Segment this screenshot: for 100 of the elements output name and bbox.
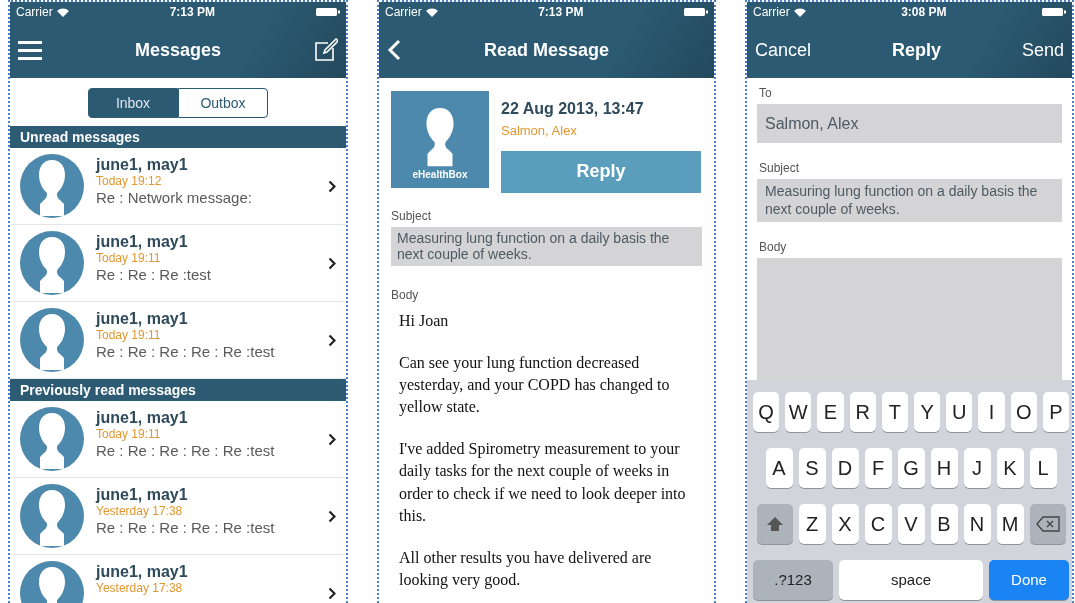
field-label: Subject (391, 207, 433, 225)
carrier-label: Carrier (753, 4, 790, 21)
keyboard-key[interactable]: Z (798, 504, 826, 544)
keyboard-key[interactable]: B (930, 504, 958, 544)
backspace-icon[interactable] (1035, 516, 1060, 532)
sender-name: june1, may1 (96, 485, 189, 505)
message-row[interactable]: june1, may1 Today 19:11 Re : Re : Re :test (10, 225, 346, 302)
keyboard-key[interactable]: U (946, 392, 973, 432)
chevron-icon (328, 256, 336, 270)
message-row[interactable]: june1, may1 Today 19:11 Re : Re : Re : Re : Re :test (10, 302, 346, 379)
message-date: 22 Aug 2013, 13:47 (501, 99, 645, 119)
message-preview: Re : Re : Re : Re : Re :test (96, 441, 276, 460)
shift-key[interactable] (756, 504, 793, 544)
field-label: To (759, 85, 773, 102)
recipient-field[interactable]: Salmon, Alex (757, 104, 1062, 143)
keyboard-key[interactable]: S (798, 448, 826, 488)
screen-title: Reply (891, 38, 941, 62)
keyboard-key[interactable]: R (849, 392, 876, 432)
keyboard-key[interactable]: H (930, 448, 958, 488)
screen-title: Messages (134, 38, 222, 62)
avatar-caption: eHealthBox (412, 168, 468, 182)
keyboard-key[interactable]: M (996, 504, 1024, 544)
section-header: Unread messages (10, 126, 346, 148)
backspace-key[interactable] (1029, 504, 1066, 544)
keyboard-key[interactable]: X (831, 504, 859, 544)
done-key[interactable]: Done (989, 560, 1069, 600)
message-time: Yesterday 17:38 (96, 504, 184, 519)
chevron-icon (328, 179, 336, 193)
keyboard-key[interactable]: T (881, 392, 908, 432)
sender-name: june1, may1 (96, 562, 189, 582)
chevron-icon (328, 509, 336, 523)
numbers-key[interactable]: .?123 (753, 560, 833, 600)
message-time: Today 19:11 (96, 427, 162, 442)
field-label: Subject (759, 160, 801, 177)
message-preview: Re : Re : Re : Re : Re :test (96, 342, 276, 361)
subject-text: Measuring lung function on a daily basis the next couple of weeks. (391, 226, 702, 267)
body-paragraph: All other results you have delivered are looking very good. (399, 547, 653, 591)
message-time: Yesterday 17:38 (96, 581, 184, 596)
sender-name: june1, may1 (96, 309, 189, 329)
keyboard-key[interactable]: A (765, 448, 793, 488)
chevron-icon (328, 586, 336, 600)
message-row[interactable]: june1, may1 Today 19:12 Re : Network message: (10, 148, 346, 225)
keyboard-key[interactable]: W (785, 392, 812, 432)
screen-title: Read Message (483, 38, 610, 62)
battery-icon (684, 7, 708, 17)
segment-tab[interactable]: Outbox (178, 88, 268, 118)
chevron-icon (328, 333, 336, 347)
message-preview: Re : Re : Re :test (96, 265, 213, 284)
wifi-icon (793, 7, 806, 17)
sender-name: june1, may1 (96, 408, 189, 428)
keyboard-key[interactable]: G (897, 448, 925, 488)
space-key[interactable]: space (839, 560, 983, 600)
keyboard-key[interactable]: V (897, 504, 925, 544)
body-paragraph: Hi Joan (399, 311, 450, 332)
keyboard-key[interactable]: Y (914, 392, 941, 432)
cancel-button[interactable]: Cancel (755, 36, 812, 64)
battery-icon (316, 7, 340, 17)
field-label: Body (759, 239, 788, 256)
message-row[interactable]: june1, may1 Yesterday 17:38 (10, 555, 346, 603)
menu-icon[interactable] (18, 40, 42, 60)
sender-name: Salmon, Alex (501, 122, 578, 140)
keyboard-key[interactable]: C (864, 504, 892, 544)
chevron-icon (328, 432, 336, 446)
section-header: Previously read messages (10, 379, 346, 401)
status-time: 7:13 PM (538, 4, 584, 21)
body-field[interactable] (757, 258, 1062, 380)
message-time: Today 19:11 (96, 328, 162, 343)
keyboard-key[interactable]: O (1010, 392, 1037, 432)
message-row[interactable]: june1, may1 Today 19:11 Re : Re : Re : Re : Re :test (10, 401, 346, 478)
keyboard-key[interactable]: P (1042, 392, 1069, 432)
keyboard-key[interactable]: D (831, 448, 859, 488)
shift-arrow-icon[interactable] (765, 516, 784, 532)
keyboard-key[interactable]: J (963, 448, 991, 488)
message-preview: Re : Re : Re : Re : Re :test (96, 518, 276, 537)
compose-icon[interactable] (314, 38, 338, 62)
back-icon[interactable] (387, 39, 401, 61)
battery-icon (1042, 7, 1066, 17)
keyboard-key[interactable]: K (996, 448, 1024, 488)
keyboard-key[interactable]: F (864, 448, 892, 488)
keyboard-key[interactable]: E (817, 392, 844, 432)
keyboard-key[interactable]: I (978, 392, 1005, 432)
body-paragraph: I've added Spirometry measurement to your daily tasks for the next couple of weeks in order to check if we need to look deeper into this. (399, 439, 687, 526)
wifi-icon (56, 7, 69, 17)
keyboard-key[interactable]: Q (753, 392, 780, 432)
message-row[interactable]: june1, may1 Yesterday 17:38 Re : Re : Re : Re : Re :test (10, 478, 346, 555)
sender-name: june1, may1 (96, 155, 189, 175)
send-button[interactable]: Send (1021, 36, 1064, 64)
carrier-label: Carrier (16, 4, 53, 21)
body-paragraph: Can see your lung function decreased yesterday, and your COPD has changed to yellow state. (399, 353, 671, 418)
segment-tab[interactable]: Inbox (88, 88, 178, 118)
keyboard-key[interactable]: L (1029, 448, 1057, 488)
keyboard-key[interactable]: N (963, 504, 991, 544)
message-time: Today 19:11 (96, 251, 162, 266)
subject-field[interactable]: Measuring lung function on a daily basis the next couple of weeks. (757, 179, 1062, 222)
message-time: Today 19:12 (96, 174, 163, 189)
status-time: 3:08 PM (901, 4, 947, 21)
status-time: 7:13 PM (169, 4, 215, 21)
field-label: Body (391, 287, 420, 305)
carrier-label: Carrier (385, 4, 422, 21)
wifi-icon (425, 7, 438, 17)
